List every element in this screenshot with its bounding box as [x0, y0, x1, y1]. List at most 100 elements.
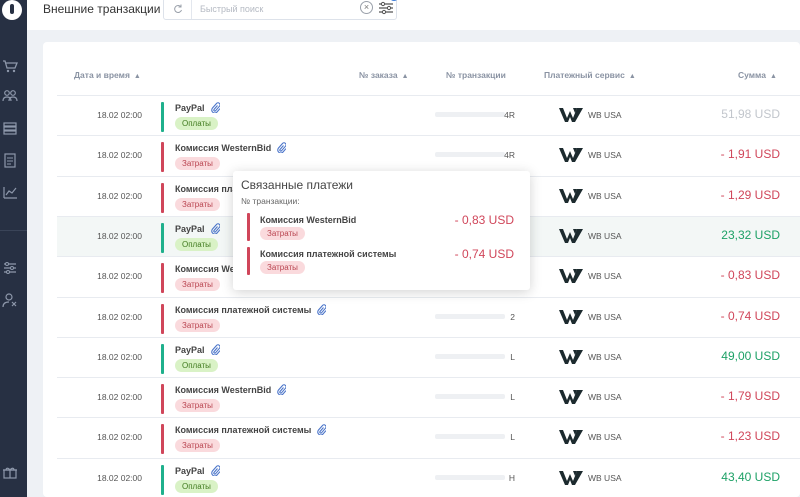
chart-icon[interactable] — [2, 184, 18, 200]
paperclip-icon[interactable] — [277, 384, 287, 397]
table-row[interactable]: 18.02 02:00 Комиссия WesternBid Затраты 4R W… — [57, 135, 800, 175]
sort-icon: ▲ — [401, 73, 409, 80]
related-payments-popup: Связанные платежи № транзакции: Комиссия… — [233, 171, 530, 290]
clipboard-icon[interactable] — [2, 152, 18, 168]
paperclip-icon[interactable] — [277, 142, 287, 155]
row-date: 18.02 02:00 — [97, 472, 142, 483]
popup-item-name: Комиссия платежной системы — [260, 249, 397, 259]
row-name: Комиссия WesternBid — [175, 385, 272, 396]
paperclip-icon[interactable] — [210, 223, 221, 236]
refresh-button[interactable] — [164, 0, 192, 19]
table-row[interactable]: 18.02 02:00 Комиссия платежной системы Зат… — [57, 417, 800, 457]
row-amount: - 0,74 USD — [720, 308, 780, 323]
search-box: × — [163, 0, 399, 20]
header-transaction: № транзакции — [446, 70, 506, 80]
row-name-cell: Комиссия WesternBid — [175, 142, 287, 155]
row-transaction: L — [510, 392, 515, 403]
row-name: PayPal — [175, 103, 205, 113]
header-order[interactable]: № заказа ▲ — [359, 70, 409, 80]
table-row[interactable]: 18.02 02:00 PayPal Оплаты 4R WB USA 51,98 USD — [57, 95, 800, 135]
search-input[interactable] — [200, 1, 350, 17]
row-category-tag: Затраты — [175, 157, 220, 171]
paperclip-icon[interactable] — [210, 102, 221, 115]
paperclip-icon[interactable] — [210, 344, 221, 357]
header-amount[interactable]: Сумма ▲ — [738, 70, 777, 80]
row-category-tag: Затраты — [175, 278, 220, 292]
row-amount: 51,98 USD — [721, 107, 780, 121]
row-date: 18.02 02:00 — [97, 230, 142, 241]
row-amount: - 1,29 USD — [720, 187, 780, 202]
row-transaction: 2 — [510, 311, 515, 322]
row-category-tag: Затраты — [175, 439, 220, 453]
row-name: Комиссия платежной системы — [175, 425, 312, 436]
row-service: WB USA — [588, 271, 622, 282]
row-date: 18.02 02:00 — [97, 311, 142, 322]
row-name-cell: Комиссия платежной системы — [175, 424, 327, 437]
popup-item-name: Комиссия WesternBid — [260, 215, 357, 225]
app-logo[interactable] — [2, 0, 22, 20]
table-row[interactable]: 18.02 02:00 Комиссия платежной системы Зат… — [57, 296, 800, 337]
paperclip-icon[interactable] — [317, 424, 327, 437]
paperclip-icon[interactable] — [210, 465, 221, 478]
header-date[interactable]: Дата и время ▲ — [74, 70, 141, 80]
sort-icon: ▲ — [628, 73, 636, 80]
top-bar: Внешние транзакции × — [27, 0, 800, 30]
row-service: WB USA — [588, 432, 622, 443]
row-category-tag: Оплаты — [175, 358, 218, 372]
row-category-tag: Оплаты — [175, 117, 218, 130]
header-date-label: Дата и время — [74, 70, 130, 80]
gift-icon[interactable] — [2, 464, 18, 480]
row-type-indicator — [161, 424, 164, 455]
popup-title: Связанные платежи — [241, 178, 354, 192]
popup-item-tag: Затраты — [260, 227, 305, 240]
wb-logo-icon — [559, 268, 583, 284]
row-amount: 49,00 USD — [721, 348, 780, 363]
row-service: WB USA — [588, 150, 622, 161]
row-amount: - 0,83 USD — [720, 268, 780, 283]
filter-button[interactable] — [378, 1, 394, 15]
row-type-indicator — [161, 303, 164, 334]
row-transaction: 4R — [504, 150, 515, 161]
row-transaction: L — [510, 432, 515, 443]
row-name: Комиссия WesternBid — [175, 143, 272, 154]
popup-item[interactable]: Комиссия WesternBid Затраты - 0,83 USD — [247, 213, 522, 243]
sliders-icon[interactable] — [2, 260, 18, 276]
row-service: WB USA — [588, 311, 622, 322]
row-category-tag: Оплаты — [175, 237, 218, 251]
clear-search-button[interactable]: × — [360, 1, 373, 14]
cost-indicator — [247, 247, 250, 275]
row-type-indicator — [161, 464, 164, 495]
row-name: Комиссия платежной системы — [175, 304, 312, 315]
row-name-cell: PayPal — [175, 465, 221, 478]
row-service: WB USA — [588, 110, 622, 120]
row-transaction: L — [510, 351, 515, 362]
row-transaction: 4R — [504, 110, 515, 120]
row-date: 18.02 02:00 — [97, 150, 142, 161]
header-amount-label: Сумма — [738, 70, 766, 80]
row-date: 18.02 02:00 — [97, 190, 142, 201]
row-name-cell: PayPal — [175, 102, 221, 115]
row-name-cell: Комиссия WesternBid — [175, 384, 287, 397]
users-icon[interactable] — [2, 88, 18, 104]
paperclip-icon[interactable] — [317, 303, 327, 317]
stack-icon[interactable] — [2, 120, 18, 136]
header-service-label: Платежный сервис — [544, 70, 625, 80]
row-name-cell: PayPal — [175, 223, 221, 236]
row-category-tag: Оплаты — [175, 479, 218, 493]
row-amount: 43,40 USD — [721, 469, 780, 484]
row-amount: - 1,91 USD — [720, 147, 780, 162]
table-row[interactable]: 18.02 02:00 Комиссия WesternBid Затраты L WB… — [57, 377, 800, 417]
row-type-indicator — [161, 343, 164, 374]
table-row[interactable]: 18.02 02:00 PayPal Оплаты H WB USA 43,40 USD — [57, 457, 800, 497]
row-name: PayPal — [175, 344, 205, 355]
row-name-cell: PayPal — [175, 344, 221, 357]
row-service: WB USA — [588, 190, 622, 201]
popup-item-amount: - 0,83 USD — [454, 213, 514, 227]
refresh-icon — [173, 4, 182, 14]
header-service[interactable]: Платежный сервис ▲ — [544, 70, 636, 80]
popup-item[interactable]: Комиссия платежной системы Затраты - 0,7… — [247, 247, 522, 277]
row-name: PayPal — [175, 223, 205, 234]
table-row[interactable]: 18.02 02:00 PayPal Оплаты L WB USA 49,00 USD — [57, 336, 800, 377]
cart-icon[interactable] — [2, 58, 18, 74]
user-settings-icon[interactable] — [2, 292, 18, 308]
